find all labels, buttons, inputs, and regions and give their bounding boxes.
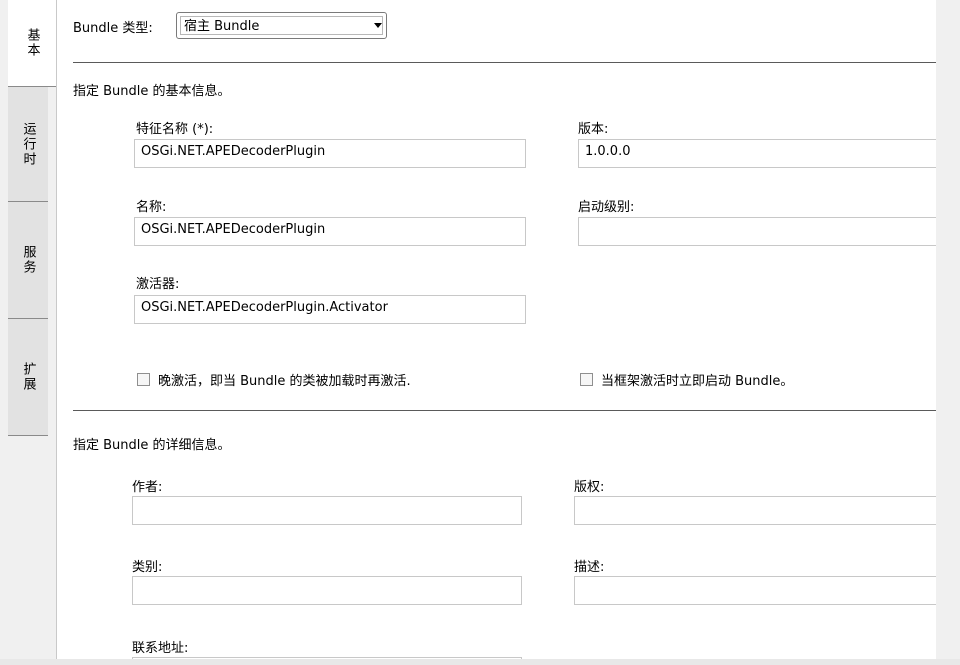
name-input[interactable]: OSGi.NET.APEDecoderPlugin <box>134 217 526 246</box>
start-on-framework-label: 当框架激活时立即启动 Bundle。 <box>601 374 794 389</box>
separator-top <box>73 62 937 64</box>
tab-services[interactable]: 服务 <box>8 201 48 319</box>
author-label: 作者: <box>132 480 163 495</box>
author-input[interactable] <box>132 496 522 525</box>
tab-basic-label: 基本 <box>24 28 40 58</box>
start-on-framework-box[interactable] <box>580 373 593 386</box>
symbolic-name-label: 特征名称 (*): <box>136 122 214 137</box>
activator-label: 激活器: <box>136 277 180 292</box>
lazy-activation-checkbox[interactable]: 晚激活，即当 Bundle 的类被加载时再激活. <box>137 370 411 389</box>
bundle-type-value: 宿主 Bundle <box>180 16 383 35</box>
category-input[interactable] <box>132 576 522 605</box>
separator-middle <box>73 410 937 412</box>
bundle-type-label: Bundle 类型: <box>73 21 153 36</box>
activator-input[interactable]: OSGi.NET.APEDecoderPlugin.Activator <box>134 295 526 324</box>
tab-strip: 基本 运行时 服务 扩展 <box>0 0 56 665</box>
tab-runtime-label: 运行时 <box>20 121 36 167</box>
tab-extensions[interactable]: 扩展 <box>8 318 48 436</box>
category-label: 类别: <box>132 560 163 575</box>
description-label: 描述: <box>574 560 605 575</box>
version-input[interactable]: 1.0.0.0 <box>578 139 937 168</box>
start-on-framework-checkbox[interactable]: 当框架激活时立即启动 Bundle。 <box>580 370 793 389</box>
basic-section-heading: 指定 Bundle 的基本信息。 <box>73 84 231 99</box>
lazy-activation-box[interactable] <box>137 373 150 386</box>
tab-runtime[interactable]: 运行时 <box>8 86 48 202</box>
right-edge <box>936 0 960 665</box>
start-level-label: 启动级别: <box>578 200 635 215</box>
copyright-input[interactable] <box>574 496 937 525</box>
name-label: 名称: <box>136 200 167 215</box>
bottom-edge <box>0 659 960 665</box>
start-level-input[interactable] <box>578 217 937 246</box>
chevron-down-icon[interactable] <box>374 23 382 28</box>
lazy-activation-label: 晚激活，即当 Bundle 的类被加载时再激活. <box>158 374 411 389</box>
version-label: 版本: <box>578 122 609 137</box>
tab-basic[interactable]: 基本 <box>8 0 56 87</box>
bundle-type-select[interactable]: 宿主 Bundle <box>176 12 387 39</box>
description-input[interactable] <box>574 576 937 605</box>
symbolic-name-input[interactable]: OSGi.NET.APEDecoderPlugin <box>134 139 526 168</box>
detail-section-heading: 指定 Bundle 的详细信息。 <box>73 438 231 453</box>
copyright-label: 版权: <box>574 480 605 495</box>
content-panel: Bundle 类型: 宿主 Bundle 指定 Bundle 的基本信息。 特征… <box>56 0 937 665</box>
contact-label: 联系地址: <box>132 641 189 656</box>
tab-services-label: 服务 <box>20 245 36 275</box>
tab-extensions-label: 扩展 <box>20 362 36 392</box>
